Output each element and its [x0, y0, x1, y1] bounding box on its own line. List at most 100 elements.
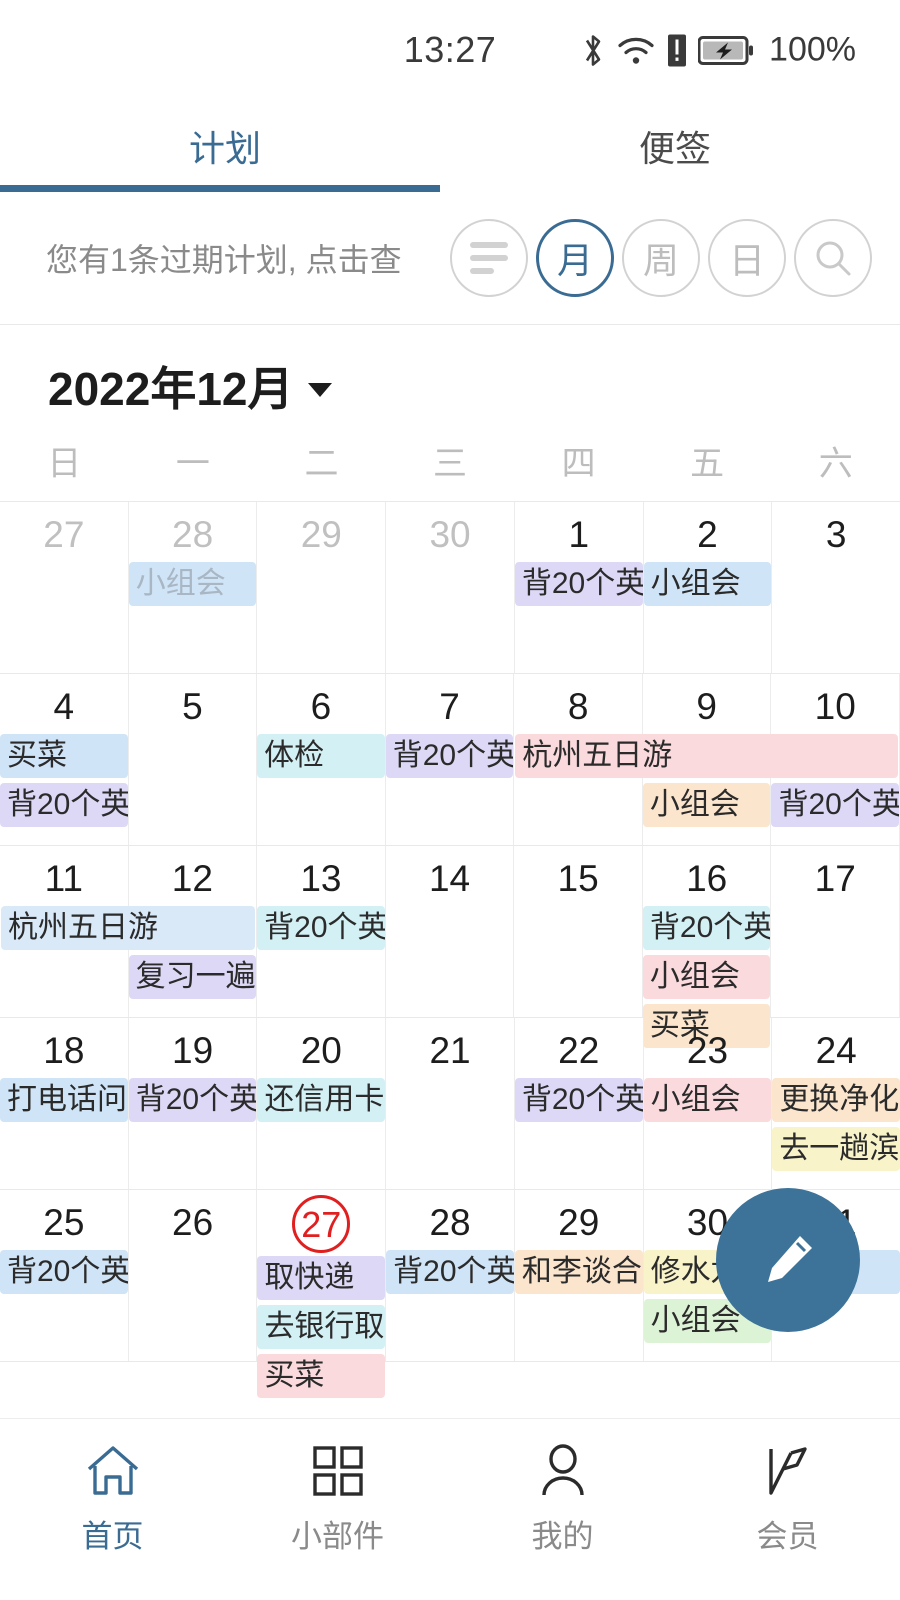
calendar-day-cell[interactable]: 5	[129, 674, 258, 845]
event-chip[interactable]: 去一趟滨	[772, 1127, 900, 1171]
sim-alert-icon	[667, 33, 687, 67]
day-view-button[interactable]: 日	[708, 219, 786, 297]
calendar-day-cell[interactable]: 1 背20个英	[514, 502, 644, 673]
date-number: 3	[825, 514, 847, 555]
calendar-week-row: 11 12 复习一遍 13 背20个英 14 15 16 背20个英 小组会 买菜 17 杭州五日游	[0, 846, 900, 1048]
day-events: 还信用卡	[257, 1078, 386, 1122]
event-chip[interactable]: 小组会	[642, 955, 771, 999]
overdue-notice[interactable]: 您有1条过期计划, 点击查	[46, 235, 402, 281]
calendar-day-cell[interactable]: 27 取快递 去银行取 买菜	[257, 1190, 387, 1398]
event-chip[interactable]: 小组会	[643, 562, 772, 606]
calendar-day-cell[interactable]: 15	[514, 846, 643, 1017]
calendar-day-cell[interactable]: 24 更换净化 去一趟滨	[772, 1018, 900, 1189]
day-events: 小组会	[128, 562, 257, 606]
event-chip[interactable]: 和李谈合	[514, 1250, 643, 1294]
nav-item-home[interactable]: 首页	[0, 1441, 225, 1556]
event-chip[interactable]: 去银行取	[257, 1305, 386, 1349]
calendar-day-cell[interactable]: 16 背20个英 小组会 买菜	[642, 846, 772, 1048]
month-header[interactable]: 2022年12月	[0, 325, 900, 419]
nav-item-vip[interactable]: 会员	[675, 1441, 900, 1556]
nav-label-vip: 会员	[756, 1519, 819, 1554]
event-chip[interactable]: 背20个英	[386, 1250, 514, 1294]
date-number: 27	[43, 514, 85, 555]
calendar-day-cell[interactable]: 29	[257, 502, 387, 673]
event-chip[interactable]: 还信用卡	[257, 1078, 386, 1122]
event-chip[interactable]: 体检	[257, 734, 385, 778]
search-button[interactable]	[794, 219, 872, 297]
date-number: 16	[686, 858, 728, 899]
month-title-wrap[interactable]: 2022年12月	[48, 353, 332, 419]
event-chip[interactable]: 小组会	[128, 562, 257, 606]
event-chip[interactable]: 背20个英	[0, 783, 128, 827]
list-view-button[interactable]	[450, 219, 528, 297]
calendar-day-cell[interactable]: 6 体检	[257, 674, 386, 845]
nav-label-widgets: 小部件	[291, 1519, 384, 1554]
calendar-day-cell[interactable]: 3	[772, 502, 900, 673]
tab-plans[interactable]: 计划	[0, 100, 450, 192]
calendar-day-cell[interactable]: 23 小组会	[643, 1018, 773, 1189]
calendar-day-cell[interactable]: 29 和李谈合	[514, 1190, 644, 1361]
calendar-day-cell[interactable]: 20 还信用卡	[257, 1018, 387, 1189]
bottom-nav: 首页 小部件 我的 会员	[0, 1418, 900, 1600]
calendar-day-cell[interactable]: 26	[129, 1190, 258, 1361]
nav-label-mine: 我的	[531, 1519, 594, 1554]
date-number: 26	[172, 1202, 214, 1243]
calendar-day-cell[interactable]: 21	[386, 1018, 515, 1189]
notice-bar: 您有1条过期计划, 点击查 月 周 日	[0, 192, 900, 325]
weekday-sat: 六	[818, 444, 853, 483]
event-chip[interactable]: 买菜	[0, 734, 128, 778]
add-plan-fab[interactable]	[716, 1188, 860, 1332]
calendar-day-cell[interactable]: 2 小组会	[643, 502, 773, 673]
week-view-button[interactable]: 周	[622, 219, 700, 297]
event-chip[interactable]: 取快递	[257, 1256, 386, 1300]
calendar-day-cell[interactable]: 17	[771, 846, 900, 1017]
calendar-day-cell[interactable]: 27	[0, 502, 129, 673]
day-events: 背20个英	[386, 1250, 514, 1294]
tab-notes[interactable]: 便签	[450, 100, 900, 192]
calendar-day-cell[interactable]: 7 背20个英	[385, 674, 515, 845]
event-chip[interactable]: 背20个英	[385, 734, 514, 778]
month-view-button[interactable]: 月	[536, 219, 614, 297]
event-chip[interactable]: 背20个英	[514, 1078, 643, 1122]
event-chip[interactable]: 背20个英	[642, 906, 771, 950]
event-chip[interactable]: 背20个英	[771, 783, 900, 827]
multi-day-event-chip[interactable]: 杭州五日游	[515, 734, 898, 778]
search-icon	[816, 241, 851, 276]
calendar-day-cell[interactable]: 22 背20个英	[514, 1018, 644, 1189]
calendar-day-cell[interactable]: 30	[386, 502, 515, 673]
calendar-day-cell[interactable]: 25 背20个英	[0, 1190, 129, 1361]
calendar-day-cell[interactable]: 4 买菜 背20个英	[0, 674, 129, 845]
calendar-week-row: 18 打电话问 19 背20个英 20 还信用卡 21 22 背20个英 23 小组会 24 更换净化去…	[0, 1018, 900, 1190]
event-chip[interactable]: 小组会	[642, 783, 771, 827]
date-number: 18	[43, 1030, 85, 1071]
day-events: 背20个英	[257, 906, 385, 950]
calendar-day-cell[interactable]: 13 背20个英	[257, 846, 386, 1017]
date-number: 15	[557, 858, 599, 899]
multi-day-event-chip[interactable]: 杭州五日游	[1, 906, 256, 950]
date-number: 28	[172, 514, 214, 555]
nav-item-mine[interactable]: 我的	[450, 1441, 675, 1556]
nav-item-widgets[interactable]: 小部件	[225, 1441, 450, 1556]
event-chip[interactable]: 买菜	[257, 1354, 386, 1398]
event-chip[interactable]: 背20个英	[0, 1250, 128, 1294]
calendar-day-cell[interactable]: 28 小组会	[128, 502, 258, 673]
nav-label-home: 首页	[81, 1519, 144, 1554]
weekday-sun: 日	[47, 444, 82, 483]
event-chip[interactable]: 背20个英	[514, 562, 643, 606]
event-chip[interactable]: 背20个英	[128, 1078, 257, 1122]
event-chip[interactable]: 复习一遍	[128, 955, 257, 999]
wifi-icon	[616, 34, 656, 66]
event-chip[interactable]: 打电话问	[0, 1078, 128, 1122]
calendar-day-cell[interactable]: 14	[386, 846, 515, 1017]
calendar-day-cell[interactable]: 18 打电话问	[0, 1018, 129, 1189]
app-root: 13:27 100% 计划 便签 您有1条过期计划, 点击查 月 周 日 202…	[0, 0, 900, 1600]
calendar-day-cell[interactable]: 28 背20个英	[386, 1190, 515, 1361]
event-chip[interactable]: 更换净化	[772, 1078, 900, 1122]
day-events: 更换净化 去一趟滨	[772, 1078, 900, 1171]
date-number: 13	[300, 858, 342, 899]
day-events: 背20个英	[514, 562, 643, 606]
calendar-day-cell[interactable]: 19 背20个英	[128, 1018, 258, 1189]
event-chip[interactable]: 背20个英	[257, 906, 385, 950]
day-events: 体检	[257, 734, 385, 778]
event-chip[interactable]: 小组会	[643, 1078, 772, 1122]
